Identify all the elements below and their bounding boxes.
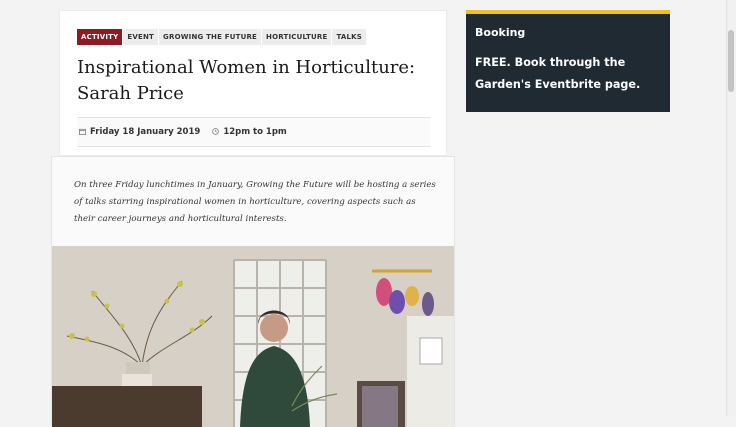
event-date: Friday 18 January 2019	[90, 127, 201, 137]
event-meta: Friday 18 January 2019 12pm to 1pm	[77, 117, 430, 147]
booking-box: Booking FREE. Book through the Garden's …	[466, 10, 670, 112]
page-title: Inspirational Women in Horticulture: Sar…	[77, 57, 416, 104]
tag-list: ACTIVITY EVENT GROWING THE FUTURE HORTIC…	[77, 29, 367, 45]
tag-activity[interactable]: ACTIVITY	[77, 29, 123, 45]
intro-text: On three Friday lunchtimes in January, G…	[74, 180, 436, 224]
event-header-card: ACTIVITY EVENT GROWING THE FUTURE HORTIC…	[59, 10, 447, 156]
event-photo	[52, 246, 454, 427]
tag-event[interactable]: EVENT	[123, 29, 159, 45]
vertical-scrollbar[interactable]	[726, 0, 736, 416]
tag-horticulture[interactable]: HORTICULTURE	[261, 29, 332, 45]
event-time: 12pm to 1pm	[223, 127, 287, 137]
event-body: On three Friday lunchtimes in January, G…	[51, 156, 455, 427]
booking-text: FREE. Book through the Garden's Eventbri…	[475, 56, 641, 91]
tag-growing-the-future[interactable]: GROWING THE FUTURE	[158, 29, 262, 45]
clock-icon	[212, 127, 220, 137]
calendar-icon	[79, 128, 86, 137]
scrollbar-thumb[interactable]	[728, 30, 734, 92]
tag-talks[interactable]: TALKS	[331, 29, 367, 45]
booking-heading: Booking	[475, 26, 526, 39]
